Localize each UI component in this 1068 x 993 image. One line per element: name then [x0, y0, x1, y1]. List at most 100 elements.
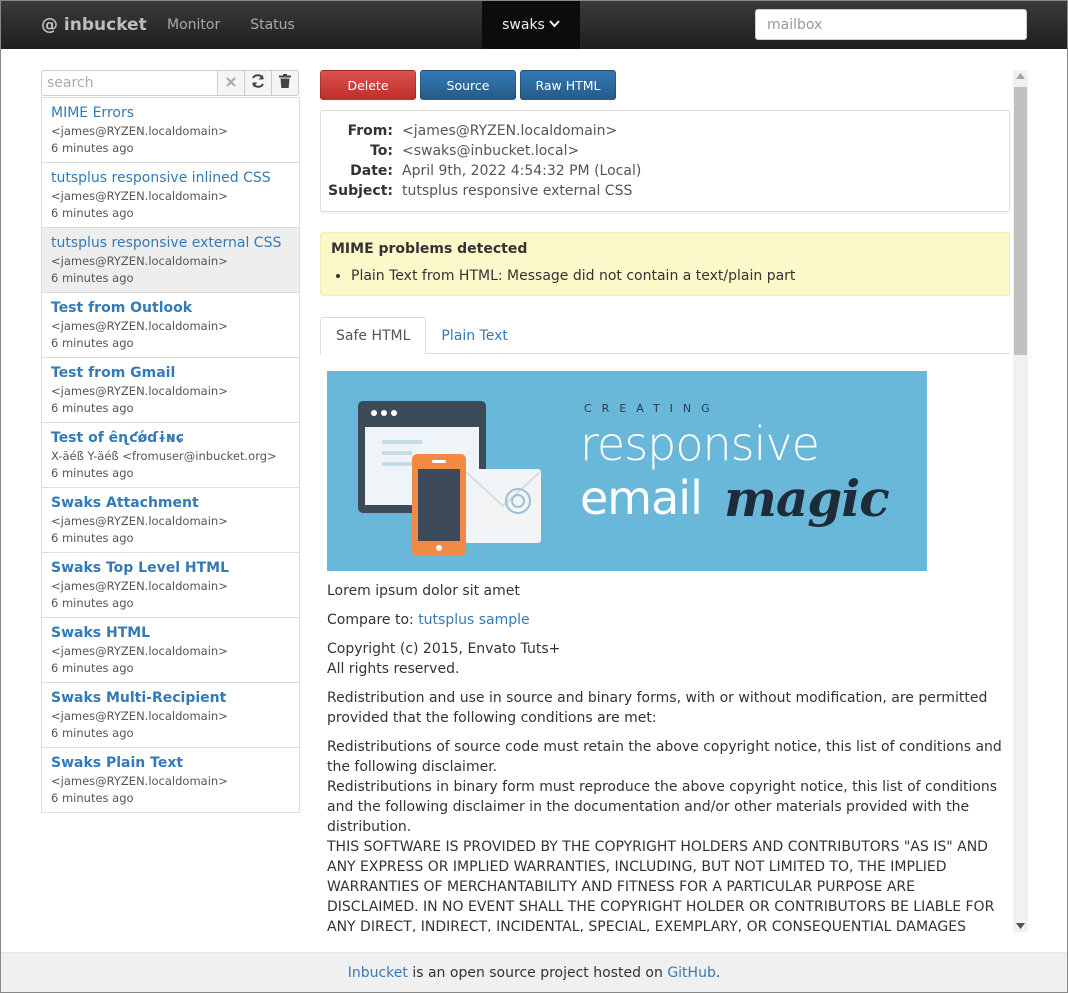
message-date: 6 minutes ago [51, 661, 134, 675]
mailbox-input[interactable] [755, 9, 1027, 40]
subject-value: tutsplus responsive external CSS [402, 183, 633, 199]
tutsplus-sample-link[interactable]: tutsplus sample [418, 612, 529, 628]
message-date: 6 minutes ago [51, 531, 134, 545]
top-navbar: @ inbucket Monitor Status swaks [1, 1, 1067, 49]
clear-search-button[interactable] [218, 70, 245, 96]
inbucket-link[interactable]: Inbucket [348, 965, 408, 981]
nav-status[interactable]: Status [250, 17, 295, 33]
refresh-button[interactable] [245, 70, 272, 96]
message-from: <james@RYZEN.localdomain> [51, 189, 228, 203]
message-from: <james@RYZEN.localdomain> [51, 709, 228, 723]
message-date: 6 minutes ago [51, 401, 134, 415]
from-value: <james@RYZEN.localdomain> [402, 123, 618, 139]
alert-list: Plain Text from HTML: Message did not co… [351, 268, 999, 284]
compare-prefix: Compare to: [327, 612, 419, 628]
active-mailbox-label: swaks [502, 17, 545, 33]
message-date: 6 minutes ago [51, 271, 134, 285]
footer: Inbucket is an open source project hoste… [1, 952, 1067, 992]
message-list-item[interactable]: Test from Outlook <james@RYZEN.localdoma… [42, 293, 299, 358]
delete-button[interactable]: Delete [320, 70, 416, 100]
tab-safe-html[interactable]: Safe HTML [320, 317, 427, 355]
nav-monitor[interactable]: Monitor [167, 17, 220, 33]
message-toolbar: Delete Source Raw HTML [320, 70, 620, 100]
message-subject: tutsplus responsive external CSS [51, 235, 282, 251]
vertical-scrollbar[interactable] [1013, 70, 1028, 932]
message-list: MIME Errors <james@RYZEN.localdomain> 6 … [41, 97, 300, 813]
message-list-item[interactable]: tutsplus responsive inlined CSS <james@R… [42, 163, 299, 228]
disclaimer-text: THIS SOFTWARE IS PROVIDED BY THE COPYRIG… [327, 839, 995, 932]
message-list-item[interactable]: Swaks Top Level HTML <james@RYZEN.locald… [42, 553, 299, 618]
footer-text: is an open source project hosted on [407, 964, 668, 981]
footer-period: . [715, 964, 721, 981]
copyright-paragraph: Copyright (c) 2015, Envato Tuts+ All righ… [327, 639, 1007, 679]
chevron-down-icon [549, 19, 560, 31]
redistribution-paragraph: Redistribution and use in source and bin… [327, 690, 988, 726]
banner-line1: responsive [580, 417, 820, 471]
message-subject: Test from Gmail [51, 365, 176, 381]
message-subject: Swaks Attachment [51, 495, 199, 511]
source-button[interactable]: Source [420, 70, 516, 100]
message-from: <james@RYZEN.localdomain> [51, 644, 228, 658]
message-from: <james@RYZEN.localdomain> [51, 319, 228, 333]
raw-html-button[interactable]: Raw HTML [520, 70, 616, 100]
message-list-item[interactable]: Swaks Multi-Recipient <james@RYZEN.local… [42, 683, 299, 748]
message-list-item[interactable]: Swaks Plain Text <james@RYZEN.localdomai… [42, 748, 299, 812]
search-input[interactable] [41, 70, 218, 96]
banner-line2: email [580, 471, 703, 525]
compare-paragraph: Compare to: tutsplus sample [327, 610, 1007, 630]
date-label: Date: [350, 163, 393, 179]
scroll-down-icon[interactable] [1016, 923, 1025, 929]
message-subject: Test of ȇɳƈǿɗɨɴɕ [51, 430, 185, 446]
message-list-item[interactable]: MIME Errors <james@RYZEN.localdomain> 6 … [42, 98, 299, 163]
message-from: <james@RYZEN.localdomain> [51, 254, 228, 268]
close-icon [226, 75, 236, 91]
github-link[interactable]: GitHub [667, 965, 716, 981]
message-date: 6 minutes ago [51, 791, 134, 805]
message-list-item[interactable]: Test of ȇɳƈǿɗɨɴɕ X-äéß Y-äéß <fromuser@i… [42, 423, 299, 488]
brand-logo[interactable]: @ inbucket [41, 15, 167, 35]
mime-alert: MIME problems detected Plain Text from H… [320, 232, 1010, 296]
message-list-item[interactable]: Swaks Attachment <james@RYZEN.localdomai… [42, 488, 299, 553]
body-paragraph: Lorem ipsum dolor sit amet [327, 583, 520, 599]
date-value: April 9th, 2022 4:54:32 PM (Local) [402, 163, 642, 179]
message-subject: Swaks Multi-Recipient [51, 690, 227, 706]
message-view: Delete Source Raw HTML From: <james@RYZE… [320, 70, 1028, 932]
from-label: From: [347, 123, 393, 139]
copyright-line: Copyright (c) 2015, Envato Tuts+ [327, 641, 561, 657]
message-date: 6 minutes ago [51, 336, 134, 350]
conditions-paragraph: Redistributions of source code must reta… [327, 737, 1007, 932]
condition-2: Redistributions in binary form must repr… [327, 779, 998, 835]
to-value: <swaks@inbucket.local> [402, 143, 580, 159]
message-from: <james@RYZEN.localdomain> [51, 384, 228, 398]
message-list-item[interactable]: Swaks HTML <james@RYZEN.localdomain> 6 m… [42, 618, 299, 683]
message-date: 6 minutes ago [51, 206, 134, 220]
purge-button[interactable] [272, 70, 299, 96]
alert-title: MIME problems detected [331, 241, 528, 257]
message-date: 6 minutes ago [51, 596, 134, 610]
message-subject: Swaks Plain Text [51, 755, 184, 771]
mailbox-dropdown[interactable]: swaks [482, 1, 580, 49]
message-from: <james@RYZEN.localdomain> [51, 514, 228, 528]
message-list-item[interactable]: Test from Gmail <james@RYZEN.localdomain… [42, 358, 299, 423]
message-body: CREATING responsive email magic Lorem ip… [327, 371, 1007, 932]
subject-label: Subject: [328, 183, 393, 199]
message-date: 6 minutes ago [51, 141, 134, 155]
tab-plain-text[interactable]: Plain Text [426, 317, 522, 354]
message-from: <james@RYZEN.localdomain> [51, 124, 228, 138]
message-subject: Swaks Top Level HTML [51, 560, 230, 576]
condition-1: Redistributions of source code must reta… [327, 739, 1002, 775]
responsive-email-banner: CREATING responsive email magic [327, 371, 927, 571]
message-from: <james@RYZEN.localdomain> [51, 774, 228, 788]
trash-icon [279, 74, 291, 92]
message-list-item-selected[interactable]: tutsplus responsive external CSS <james@… [42, 228, 299, 293]
message-from: X-äéß Y-äéß <fromuser@inbucket.org> [51, 449, 277, 463]
scrollbar-thumb[interactable] [1014, 87, 1027, 355]
refresh-icon [250, 73, 266, 93]
message-date: 6 minutes ago [51, 726, 134, 740]
search-bar [41, 70, 299, 96]
message-subject: MIME Errors [51, 105, 135, 121]
message-header: From: <james@RYZEN.localdomain> To: <swa… [320, 110, 1010, 212]
message-subject: Swaks HTML [51, 625, 151, 641]
scroll-up-icon[interactable] [1016, 73, 1025, 79]
banner-creating: CREATING [584, 402, 720, 415]
